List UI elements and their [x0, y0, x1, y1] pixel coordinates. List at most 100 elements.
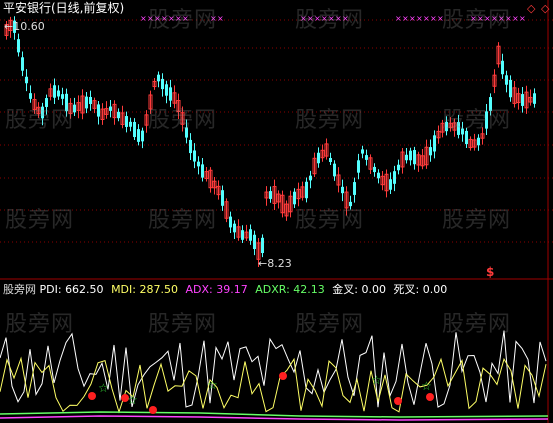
candle-body [249, 229, 252, 241]
diamond-icon[interactable]: ◇ [527, 2, 535, 15]
candle-body [201, 164, 204, 178]
watermark: 股旁网 [442, 108, 512, 133]
candle-body [117, 111, 120, 119]
dmi-indicator-lines[interactable] [0, 330, 549, 421]
candle-body [377, 172, 380, 179]
death-cross-marker [149, 406, 157, 414]
max-price-label: ←10.60 [4, 20, 45, 33]
candle-body [197, 161, 200, 167]
candle-body [57, 90, 60, 97]
candle-body [109, 106, 112, 111]
star-icon: ☆ [371, 373, 382, 387]
x-mark-icon: × [416, 14, 423, 23]
watermark: 股旁网 [148, 8, 218, 33]
candle-body [361, 149, 364, 154]
candle-body [133, 121, 136, 138]
golden-cross-label: 金叉: 0.00 [332, 283, 386, 296]
x-mark-icon: × [512, 14, 519, 23]
min-price-label: ←8.23 [258, 257, 292, 270]
min-price-value: 8.23 [267, 257, 292, 270]
candle-body [309, 175, 312, 181]
candle-body [221, 190, 224, 206]
arrow-left-icon: ← [4, 20, 14, 33]
candle-body [333, 163, 336, 177]
candle-body [433, 135, 436, 152]
candle-body [137, 129, 140, 142]
candle-body [373, 166, 376, 173]
x-mark-icon: × [395, 14, 402, 23]
star-icon: ☆ [98, 381, 109, 395]
x-mark-icon: × [217, 14, 224, 23]
candle-body [21, 57, 24, 71]
candle-body [241, 230, 244, 240]
watermark: 股旁网 [5, 312, 75, 337]
max-price-value: 10.60 [13, 20, 45, 33]
watermark: 股旁网 [148, 208, 218, 233]
watermark: 股旁网 [295, 208, 365, 233]
candle-body [17, 39, 20, 53]
x-mark-icon: × [402, 14, 409, 23]
candle-body [25, 76, 28, 84]
candle-body [353, 182, 356, 195]
candle-body [53, 85, 56, 98]
chart-title: 平安银行(日线,前复权) [3, 1, 125, 15]
arrow-left-icon: ← [258, 257, 268, 270]
star-icon: ☆ [207, 378, 218, 392]
candle-body [157, 74, 160, 82]
watermark: 股旁网 [5, 208, 75, 233]
candle-body [393, 171, 396, 184]
candle-body [305, 181, 308, 199]
candle-body [405, 154, 408, 161]
x-mark-icon: × [430, 14, 437, 23]
indicator-legend: 股旁网 PDI: 662.50 MDI: 287.50 ADX: 39.17 A… [3, 283, 447, 296]
candle-body [229, 216, 232, 228]
watermark: 股旁网 [442, 8, 512, 33]
adxr-label: ADXR: 42.13 [255, 283, 325, 296]
watermark: 股旁网 [295, 108, 365, 133]
death-cross-label: 死叉: 0.00 [393, 283, 448, 296]
candle-body [161, 78, 164, 90]
candle-body [193, 150, 196, 162]
candle-body [521, 94, 524, 106]
candle-body [89, 96, 92, 105]
candle-body [189, 139, 192, 154]
candle-body [533, 93, 536, 104]
candle-body [341, 186, 344, 194]
candle-body [413, 150, 416, 165]
candle-body [365, 155, 368, 160]
mdi-label: MDI: 287.50 [111, 283, 178, 296]
diamond-icon[interactable]: ◇ [541, 2, 549, 15]
pdi-line [0, 330, 547, 408]
star-icon: ☆ [127, 393, 138, 407]
candle-body [269, 191, 272, 199]
death-cross-marker [426, 393, 434, 401]
dollar-marker: $ [486, 265, 495, 279]
star-icon: ☆ [421, 379, 432, 393]
watermark: 股旁网 [442, 312, 512, 337]
adx-label: ADX: 39.17 [185, 283, 248, 296]
watermark: 股旁网 [295, 8, 365, 33]
watermark: 股旁网 [5, 108, 75, 133]
candle-body [357, 160, 360, 173]
candle-body [97, 104, 100, 117]
candle-body [397, 164, 400, 171]
candle-body [129, 121, 132, 127]
candle-body [169, 87, 172, 101]
candle-body [477, 137, 480, 146]
x-mark-icon: × [519, 14, 526, 23]
candle-body [505, 75, 508, 85]
candle-body [85, 96, 88, 109]
watermark: 股旁网 [442, 208, 512, 233]
candle-body [233, 223, 236, 233]
watermark: 股旁网 [148, 108, 218, 133]
pdi-label: PDI: 662.50 [39, 283, 104, 296]
candle-body [141, 130, 144, 142]
candle-body [501, 60, 504, 75]
indicator-name: 股旁网 [3, 283, 36, 296]
candle-body [329, 157, 332, 163]
death-cross-marker [88, 392, 96, 400]
candle-body [261, 237, 264, 254]
candle-body [429, 147, 432, 156]
x-mark-icon: × [423, 14, 430, 23]
candle-body [317, 152, 320, 164]
